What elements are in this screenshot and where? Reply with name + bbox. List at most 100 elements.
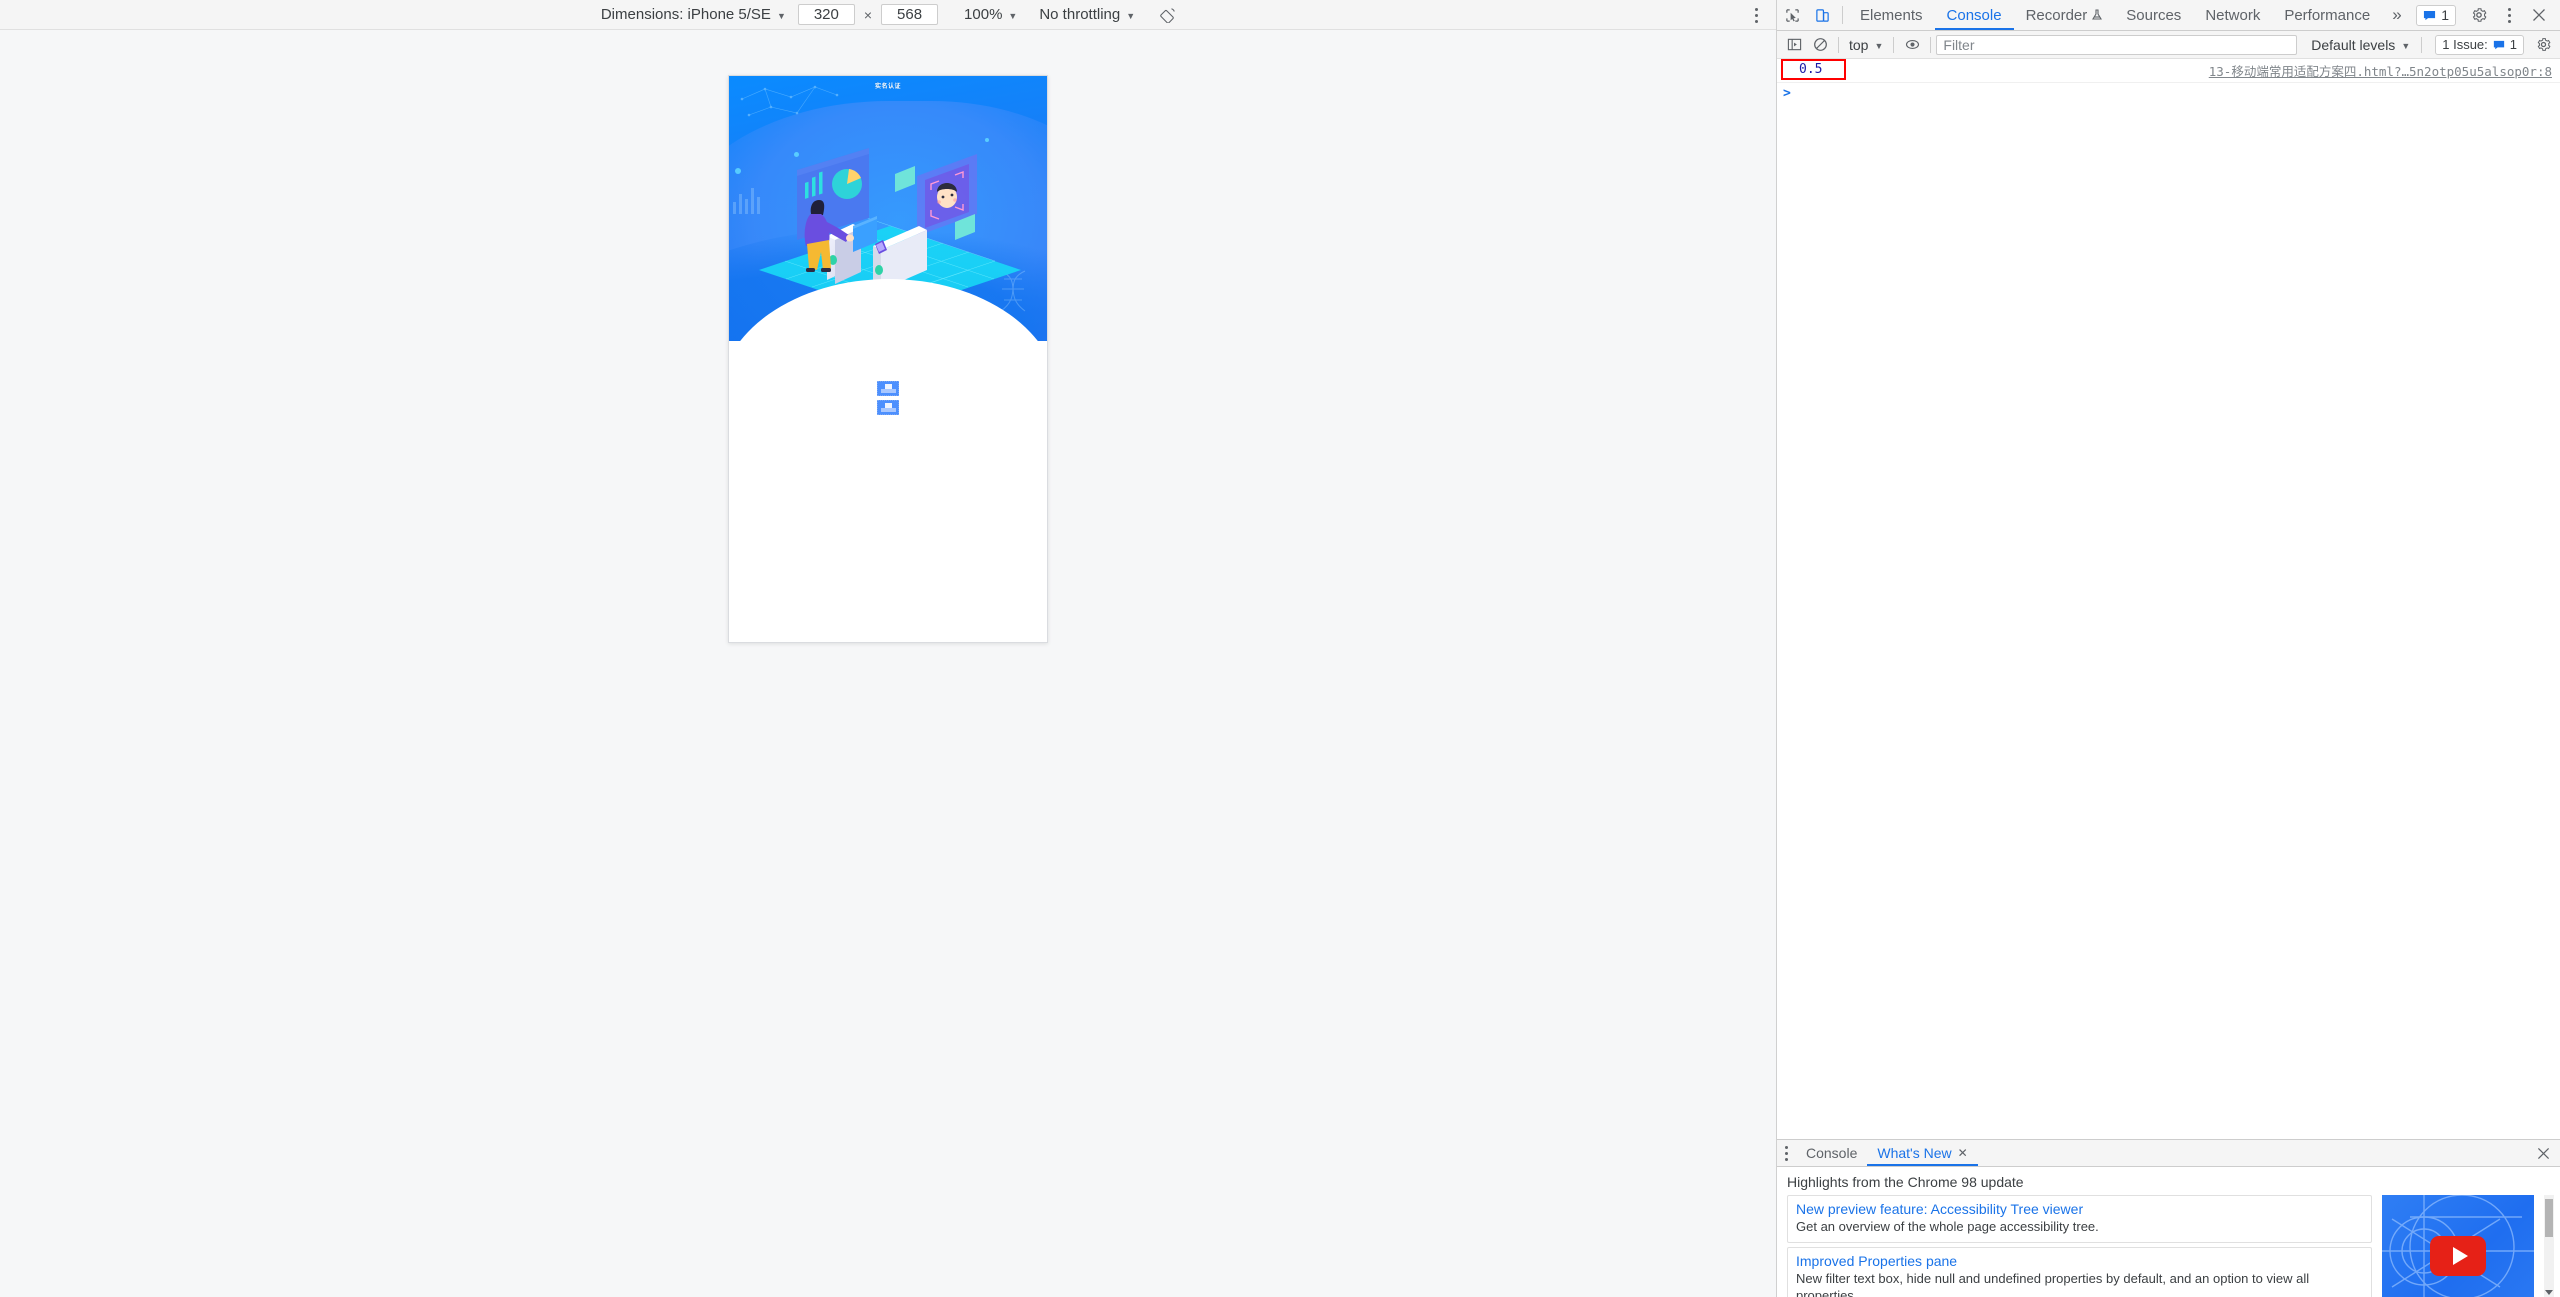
tab-label: Recorder bbox=[2025, 6, 2088, 24]
devtools-drawer: Console What's New ✕ Highlights from the… bbox=[1777, 1139, 2560, 1297]
drawer-tab-label: What's New bbox=[1877, 1145, 1952, 1161]
console-value: 0.5 bbox=[1780, 59, 1847, 80]
console-toolbar: top ▼ Default levels ▼ 1 Issue: 1 bbox=[1777, 31, 2560, 59]
drawer-tabbar: Console What's New ✕ bbox=[1777, 1140, 2560, 1167]
viewport-height-input[interactable] bbox=[881, 4, 939, 25]
prompt-caret-icon: > bbox=[1783, 86, 1791, 101]
tab-performance[interactable]: Performance bbox=[2272, 0, 2382, 30]
chevron-down-icon: ▼ bbox=[1008, 10, 1018, 21]
close-devtools-button[interactable] bbox=[2524, 8, 2554, 22]
whats-new-item-title[interactable]: New preview feature: Accessibility Tree … bbox=[1796, 1201, 2363, 1217]
issues-counter-button[interactable]: 1 bbox=[2416, 4, 2456, 26]
console-input-prompt[interactable]: > bbox=[1777, 83, 2560, 104]
tab-sources[interactable]: Sources bbox=[2114, 0, 2193, 30]
chevron-down-icon: ▼ bbox=[2401, 40, 2411, 51]
hero-dot bbox=[735, 168, 741, 174]
divider bbox=[1838, 36, 1839, 53]
console-settings-icon[interactable] bbox=[2530, 33, 2556, 57]
tab-label: Performance bbox=[2284, 6, 2371, 24]
issues-count: 1 bbox=[2509, 37, 2517, 52]
live-expression-icon[interactable] bbox=[1899, 33, 1925, 57]
drawer-menu-button[interactable] bbox=[1777, 1140, 1796, 1166]
broken-image-icon[interactable] bbox=[877, 400, 899, 415]
devtools-panel: Elements Console Recorder Sources Networ… bbox=[1777, 0, 2560, 1297]
times-symbol: × bbox=[863, 6, 873, 23]
whats-new-scrollbar[interactable] bbox=[2544, 1195, 2554, 1297]
zoom-label: 100% bbox=[964, 6, 1003, 23]
tab-recorder[interactable]: Recorder bbox=[2014, 0, 2115, 30]
device-dimensions-label: Dimensions: iPhone 5/SE bbox=[600, 6, 771, 23]
chevron-down-icon: ▼ bbox=[1874, 40, 1884, 51]
console-message-row[interactable]: 0.5 13-移动端常用适配方案四.html?…5n2otp05u5alsop0… bbox=[1777, 59, 2560, 83]
device-dimensions-selector[interactable]: Dimensions: iPhone 5/SE ▼ bbox=[595, 0, 792, 30]
emulated-page-area: Dimensions: iPhone 5/SE ▼ × 100% ▼ No th… bbox=[0, 0, 1777, 1297]
whats-new-item-title[interactable]: Improved Properties pane bbox=[1796, 1253, 2363, 1269]
issues-icon bbox=[2424, 10, 2436, 20]
drawer-tab-console[interactable]: Console bbox=[1796, 1140, 1867, 1166]
throttling-label: No throttling bbox=[1039, 6, 1121, 23]
console-sidebar-icon[interactable] bbox=[1781, 33, 1807, 57]
devtools-tabbar: Elements Console Recorder Sources Networ… bbox=[1777, 0, 2560, 31]
close-icon[interactable]: ✕ bbox=[1958, 1146, 1968, 1160]
device-more-options-button[interactable] bbox=[1749, 0, 1764, 30]
more-tabs-button[interactable]: » bbox=[2382, 0, 2411, 30]
viewport-width-input[interactable] bbox=[797, 4, 855, 25]
chevron-down-icon: ▼ bbox=[776, 10, 786, 21]
log-levels-selector[interactable]: Default levels ▼ bbox=[2305, 33, 2416, 57]
tab-console[interactable]: Console bbox=[1934, 0, 2014, 30]
levels-label: Default levels bbox=[2311, 36, 2396, 53]
tab-elements[interactable]: Elements bbox=[1848, 0, 1935, 30]
execution-context-selector[interactable]: top ▼ bbox=[1844, 33, 1888, 57]
scroll-down-arrow-icon[interactable] bbox=[2545, 1290, 2553, 1295]
zoom-selector[interactable]: 100% ▼ bbox=[958, 0, 1023, 30]
console-issues-button[interactable]: 1 Issue: 1 bbox=[2435, 34, 2524, 55]
emulated-device-frame[interactable]: 实名认证 bbox=[728, 75, 1048, 643]
more-vertical-icon bbox=[1785, 1145, 1788, 1161]
console-filter-input[interactable] bbox=[1936, 34, 2298, 55]
whats-new-panel: Highlights from the Chrome 98 update New… bbox=[1777, 1167, 2560, 1297]
issues-icon bbox=[2493, 40, 2504, 49]
divider bbox=[1930, 36, 1932, 53]
mint-card bbox=[895, 166, 915, 192]
whats-new-heading: Highlights from the Chrome 98 update bbox=[1787, 1174, 2024, 1190]
flask-icon bbox=[2092, 9, 2103, 20]
device-toolbar: Dimensions: iPhone 5/SE ▼ × 100% ▼ No th… bbox=[0, 0, 1776, 30]
devtools-main-menu-button[interactable] bbox=[2494, 7, 2524, 23]
whats-new-item[interactable]: New preview feature: Accessibility Tree … bbox=[1787, 1195, 2372, 1244]
device-toolbar-icon[interactable] bbox=[1807, 0, 1837, 30]
tab-network[interactable]: Network bbox=[2193, 0, 2272, 30]
whats-new-item-description: New filter text box, hide null and undef… bbox=[1796, 1271, 2310, 1297]
whats-new-item-description: Get an overview of the whole page access… bbox=[1796, 1219, 2099, 1234]
console-message-list[interactable]: 0.5 13-移动端常用适配方案四.html?…5n2otp05u5alsop0… bbox=[1777, 59, 2560, 1139]
divider bbox=[1842, 6, 1843, 24]
broken-image-icon[interactable] bbox=[877, 381, 899, 396]
close-icon bbox=[2533, 9, 2545, 21]
play-icon[interactable] bbox=[2430, 1236, 2486, 1277]
close-icon bbox=[2537, 1147, 2550, 1159]
throttling-selector[interactable]: No throttling ▼ bbox=[1033, 0, 1141, 30]
console-source-link[interactable]: 13-移动端常用适配方案四.html?…5n2otp05u5alsop0r:8 bbox=[2209, 61, 2552, 80]
tab-label: Sources bbox=[2126, 6, 2182, 24]
clear-console-icon[interactable] bbox=[1807, 33, 1833, 57]
mobile-hero-banner: 实名认证 bbox=[729, 76, 1047, 341]
tab-label: Console bbox=[1946, 6, 2002, 24]
whats-new-item[interactable]: Improved Properties pane New filter text… bbox=[1787, 1247, 2372, 1297]
viewport-stage: 实名认证 bbox=[0, 30, 1776, 1297]
more-vertical-icon bbox=[1755, 7, 1758, 23]
scrollbar-thumb[interactable] bbox=[2545, 1199, 2553, 1237]
drawer-tab-whats-new[interactable]: What's New ✕ bbox=[1867, 1140, 1979, 1166]
whats-new-video-thumbnail[interactable] bbox=[2382, 1195, 2534, 1297]
context-label: top bbox=[1849, 36, 1869, 53]
whats-new-body: New preview feature: Accessibility Tree … bbox=[1777, 1195, 2560, 1297]
tab-label: Elements bbox=[1860, 6, 1923, 24]
issues-count: 1 bbox=[2441, 7, 2449, 23]
gear-icon[interactable] bbox=[2464, 7, 2494, 23]
viewport-size-group: × bbox=[792, 0, 944, 30]
close-drawer-button[interactable] bbox=[2527, 1140, 2560, 1166]
chevron-down-icon: ▼ bbox=[1126, 10, 1136, 21]
inspect-element-icon[interactable] bbox=[1777, 0, 1807, 30]
drawer-tab-label: Console bbox=[1806, 1145, 1858, 1161]
rotate-device-icon[interactable] bbox=[1155, 2, 1181, 28]
divider bbox=[1893, 36, 1895, 53]
more-vertical-icon bbox=[2507, 7, 2511, 23]
